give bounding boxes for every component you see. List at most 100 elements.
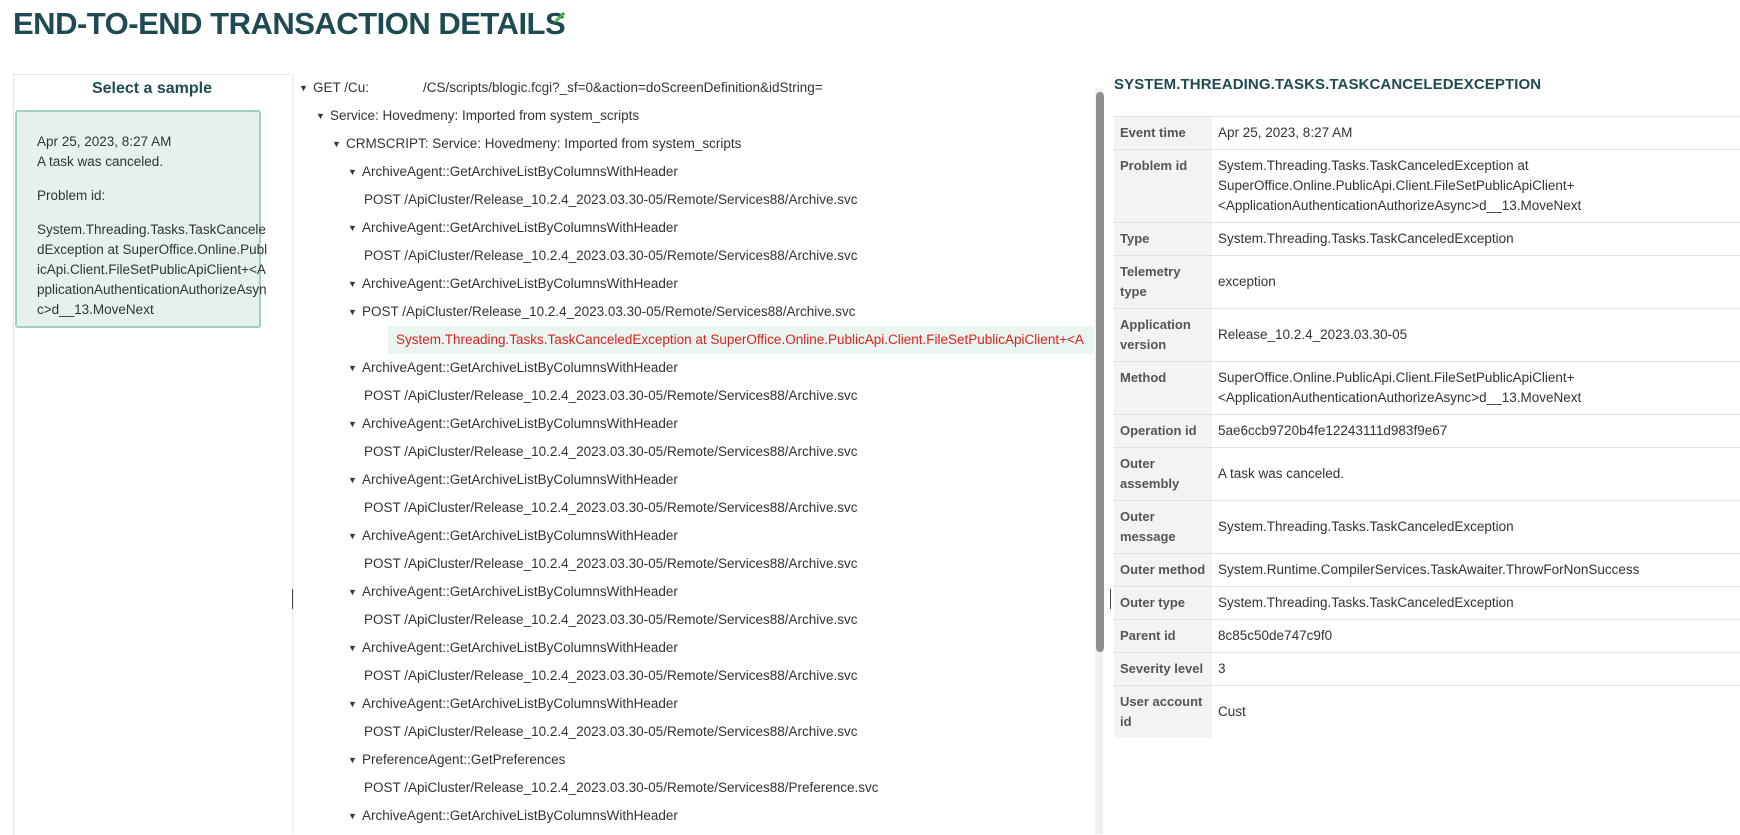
tree-node[interactable]: POST /ApiCluster/Release_10.2.4_2023.03.… <box>364 242 858 270</box>
tree-node-label: ArchiveAgent::GetArchiveListByColumnsWit… <box>362 466 678 494</box>
tree-node[interactable]: POST /ApiCluster/Release_10.2.4_2023.03.… <box>364 606 858 634</box>
caret-down-icon[interactable]: ▼ <box>348 410 362 438</box>
tree-node[interactable]: ▼ArchiveAgent::GetArchiveListByColumnsWi… <box>348 522 678 550</box>
sample-heading: Select a sample <box>14 80 290 98</box>
details-value: System.Threading.Tasks.TaskCanceledExcep… <box>1212 501 1740 554</box>
tree-node-label: POST /ApiCluster/Release_10.2.4_2023.03.… <box>364 606 858 634</box>
details-key: Application version <box>1114 309 1212 362</box>
details-key: Problem id <box>1114 150 1212 223</box>
details-key: Telemetry type <box>1114 256 1212 309</box>
tree-node-label: POST /ApiCluster/Release_10.2.4_2023.03.… <box>364 662 858 690</box>
caret-down-icon[interactable]: ▼ <box>348 746 362 774</box>
tree-node[interactable]: POST /ApiCluster/Release_10.2.4_2023.03.… <box>364 718 858 746</box>
caret-down-icon[interactable]: ▼ <box>332 130 346 158</box>
tree-node-label: System.Threading.Tasks.TaskCanceledExcep… <box>396 326 1084 354</box>
caret-down-icon[interactable]: ▼ <box>348 802 362 830</box>
tree-node[interactable]: ▼ArchiveAgent::GetArchiveListByColumnsWi… <box>348 410 678 438</box>
details-title: System.Threading.Tasks.TaskCanceledExcep… <box>1114 76 1541 93</box>
details-row: Application versionRelease_10.2.4_2023.0… <box>1114 309 1740 362</box>
caret-down-icon[interactable]: ▼ <box>348 270 362 298</box>
caret-down-icon[interactable]: ▼ <box>348 578 362 606</box>
details-value: System.Threading.Tasks.TaskCanceledExcep… <box>1212 150 1740 223</box>
sample-problem-value: System.Threading.Tasks.TaskCanceledExcep… <box>37 220 269 320</box>
tree-scrollbar-thumb[interactable] <box>1096 92 1104 652</box>
caret-down-icon[interactable]: ▼ <box>348 158 362 186</box>
sample-time: Apr 25, 2023, 8:27 AM <box>37 132 259 152</box>
transaction-tree: ▼GET /Cu:/CS/scripts/blogic.fcgi?_sf=0&a… <box>294 74 1094 834</box>
tree-node[interactable]: POST /ApiCluster/Release_10.2.4_2023.03.… <box>364 494 858 522</box>
details-row: Telemetry typeexception <box>1114 256 1740 309</box>
caret-down-icon[interactable]: ▼ <box>348 690 362 718</box>
tree-node[interactable]: ▼ArchiveAgent::GetArchiveListByColumnsWi… <box>348 466 678 494</box>
details-row: Event timeApr 25, 2023, 8:27 AM <box>1114 117 1740 150</box>
details-key: Severity level <box>1114 653 1212 686</box>
caret-down-icon[interactable]: ▼ <box>348 466 362 494</box>
details-key: Outer assembly <box>1114 448 1212 501</box>
tree-node[interactable]: POST /ApiCluster/Release_10.2.4_2023.03.… <box>364 186 858 214</box>
pencil-icon[interactable] <box>551 10 567 26</box>
details-key: Method <box>1114 362 1212 415</box>
details-value: A task was canceled. <box>1212 448 1740 501</box>
tree-node[interactable]: POST /ApiCluster/Release_10.2.4_2023.03.… <box>364 662 858 690</box>
caret-down-icon[interactable]: ▼ <box>348 522 362 550</box>
tree-node[interactable]: ▼ArchiveAgent::GetArchiveListByColumnsWi… <box>348 634 678 662</box>
tree-node[interactable]: POST /ApiCluster/Release_10.2.4_2023.03.… <box>364 774 879 802</box>
details-value: System.Threading.Tasks.TaskCanceledExcep… <box>1212 587 1740 620</box>
tree-node-label: ArchiveAgent::GetArchiveListByColumnsWit… <box>362 578 678 606</box>
sample-card[interactable]: Apr 25, 2023, 8:27 AM A task was cancele… <box>15 110 261 328</box>
details-row: Outer typeSystem.Threading.Tasks.TaskCan… <box>1114 587 1740 620</box>
tree-node[interactable]: ▼ArchiveAgent::GetArchiveListByColumnsWi… <box>348 270 678 298</box>
details-row: Operation id5ae6ccb9720b4fe12243111d983f… <box>1114 415 1740 448</box>
row-marker <box>1110 589 1111 609</box>
tree-node-label: POST /ApiCluster/Release_10.2.4_2023.03.… <box>364 242 858 270</box>
tree-node-label: ArchiveAgent::GetArchiveListByColumnsWit… <box>362 690 678 718</box>
details-key: Outer message <box>1114 501 1212 554</box>
tree-node[interactable]: POST /ApiCluster/Release_10.2.4_2023.03.… <box>364 382 858 410</box>
tree-node-label: CRMSCRIPT: Service: Hovedmeny: Imported … <box>346 130 741 158</box>
tree-node-label: ArchiveAgent::GetArchiveListByColumnsWit… <box>362 214 678 242</box>
tree-node[interactable]: ▼POST /ApiCluster/Release_10.2.4_2023.03… <box>348 298 856 326</box>
tree-node-label: ArchiveAgent::GetArchiveListByColumnsWit… <box>362 802 678 830</box>
tree-node-label: ArchiveAgent::GetArchiveListByColumnsWit… <box>362 522 678 550</box>
tree-node-label: Service: Hovedmeny: Imported from system… <box>330 102 639 130</box>
caret-down-icon[interactable]: ▼ <box>299 74 313 102</box>
tree-node[interactable]: ▼ArchiveAgent::GetArchiveListByColumnsWi… <box>348 690 678 718</box>
tree-node-label: POST /ApiCluster/Release_10.2.4_2023.03.… <box>364 186 858 214</box>
details-key: User account id <box>1114 686 1212 739</box>
details-table: Event timeApr 25, 2023, 8:27 AMProblem i… <box>1114 116 1740 738</box>
details-key: Type <box>1114 223 1212 256</box>
details-key: Operation id <box>1114 415 1212 448</box>
tree-node[interactable]: ▼ArchiveAgent::GetArchiveListByColumnsWi… <box>348 214 678 242</box>
caret-down-icon[interactable]: ▼ <box>348 634 362 662</box>
tree-node[interactable]: POST /ApiCluster/Release_10.2.4_2023.03.… <box>364 550 858 578</box>
details-key: Event time <box>1114 117 1212 150</box>
details-key: Outer method <box>1114 554 1212 587</box>
details-row: Outer methodSystem.Runtime.CompilerServi… <box>1114 554 1740 587</box>
caret-down-icon[interactable]: ▼ <box>348 298 362 326</box>
details-value: Apr 25, 2023, 8:27 AM <box>1212 117 1740 150</box>
caret-down-icon[interactable]: ▼ <box>348 354 362 382</box>
tree-node[interactable]: ▼Service: Hovedmeny: Imported from syste… <box>316 102 639 130</box>
tree-node[interactable]: ▼ArchiveAgent::GetArchiveListByColumnsWi… <box>348 354 678 382</box>
details-value: 3 <box>1212 653 1740 686</box>
details-row: MethodSuperOffice.Online.PublicApi.Clien… <box>1114 362 1740 415</box>
tree-node-label: ArchiveAgent::GetArchiveListByColumnsWit… <box>362 410 678 438</box>
sample-message: A task was canceled. <box>37 152 259 172</box>
tree-node-label: ArchiveAgent::GetArchiveListByColumnsWit… <box>362 158 678 186</box>
tree-node-label: PreferenceAgent::GetPreferences <box>362 746 565 774</box>
tree-node[interactable]: ▼CRMSCRIPT: Service: Hovedmeny: Imported… <box>332 130 741 158</box>
details-value: exception <box>1212 256 1740 309</box>
tree-node-exception[interactable]: System.Threading.Tasks.TaskCanceledExcep… <box>388 326 1094 354</box>
caret-down-icon[interactable]: ▼ <box>316 102 330 130</box>
tree-node[interactable]: ▼ArchiveAgent::GetArchiveListByColumnsWi… <box>348 802 678 830</box>
tree-node-label: POST /ApiCluster/Release_10.2.4_2023.03.… <box>362 298 856 326</box>
details-panel: System.Threading.Tasks.TaskCanceledExcep… <box>1110 74 1740 834</box>
tree-node[interactable]: ▼PreferenceAgent::GetPreferences <box>348 746 565 774</box>
tree-node[interactable]: ▼ArchiveAgent::GetArchiveListByColumnsWi… <box>348 158 678 186</box>
sample-panel: Select a sample Apr 25, 2023, 8:27 AM A … <box>13 74 290 835</box>
tree-node-root[interactable]: ▼GET /Cu:/CS/scripts/blogic.fcgi?_sf=0&a… <box>299 74 823 102</box>
caret-down-icon[interactable]: ▼ <box>348 214 362 242</box>
tree-node[interactable]: ▼ArchiveAgent::GetArchiveListByColumnsWi… <box>348 578 678 606</box>
tree-node-label: POST /ApiCluster/Release_10.2.4_2023.03.… <box>364 718 858 746</box>
tree-node[interactable]: POST /ApiCluster/Release_10.2.4_2023.03.… <box>364 438 858 466</box>
